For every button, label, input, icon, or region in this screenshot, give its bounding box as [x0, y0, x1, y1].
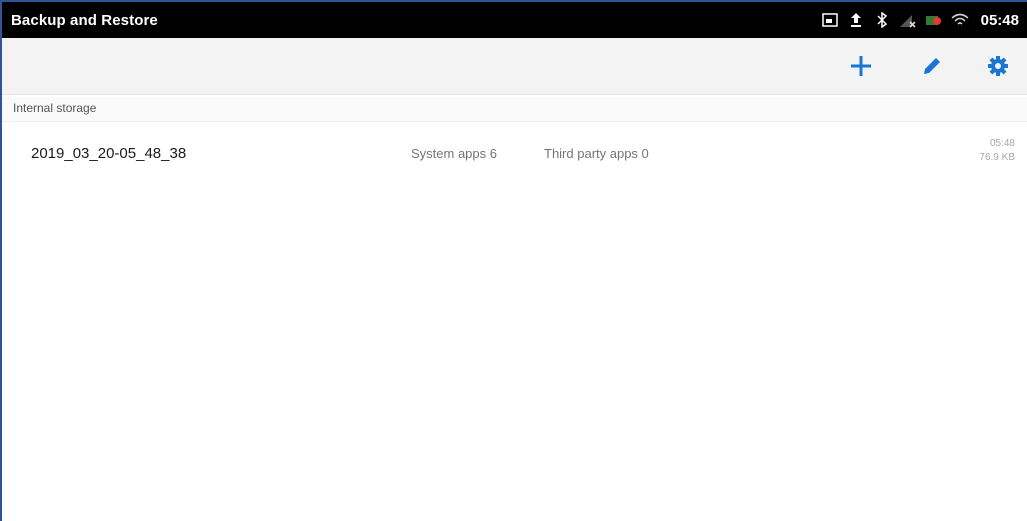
edit-icon: [924, 58, 940, 74]
backup-time: 05:48: [989, 138, 1015, 149]
wifi-icon: [951, 11, 969, 29]
status-icons: 05:48: [813, 2, 1027, 38]
action-toolbar: [2, 38, 1027, 95]
screenshot-icon: [821, 11, 839, 29]
settings-button[interactable]: [982, 50, 1014, 82]
backup-name: 2019_03_20-05_48_38: [31, 145, 187, 162]
upload-icon: [847, 11, 865, 29]
app-title: Backup and Restore: [11, 11, 158, 29]
status-bar: Backup and Restore 05:48: [2, 2, 1027, 38]
settings-icon: [988, 56, 1008, 76]
system-apps-count: System apps 6: [411, 146, 497, 161]
status-clock: 05:48: [980, 11, 1019, 29]
section-label: Internal storage: [13, 101, 97, 115]
bluetooth-icon: [873, 11, 891, 29]
edit-button[interactable]: [916, 50, 948, 82]
battery-icon: [925, 11, 943, 29]
signal-off-icon: [899, 11, 917, 29]
app-window: Backup and Restore 05:48 Internal storag…: [0, 0, 1027, 521]
add-icon: [851, 56, 871, 76]
backup-list-item[interactable]: 2019_03_20-05_48_38 System apps 6 Third …: [2, 126, 1027, 182]
add-backup-button[interactable]: [845, 50, 877, 82]
backup-size: 76.9 KB: [979, 152, 1015, 163]
third-party-apps-count: Third party apps 0: [544, 146, 649, 161]
storage-section-header: Internal storage: [2, 97, 1027, 122]
